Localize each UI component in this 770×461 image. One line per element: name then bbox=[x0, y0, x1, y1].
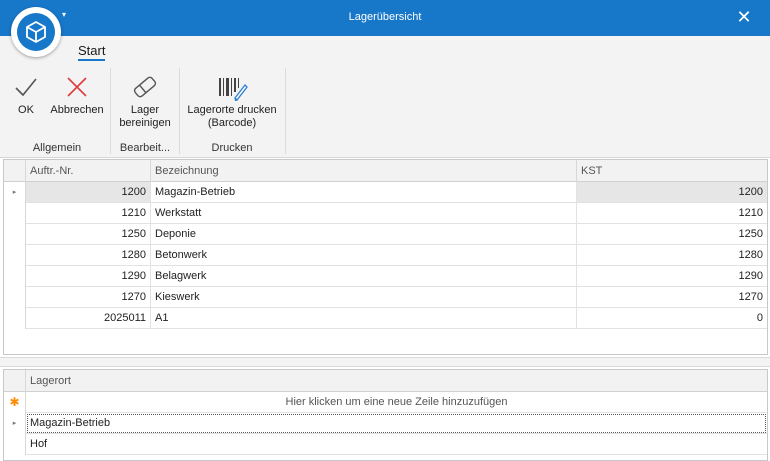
print-locations-label-line2: (Barcode) bbox=[207, 117, 257, 129]
cell-order-nr[interactable]: 2025011 bbox=[26, 308, 151, 329]
cell-description[interactable]: Kieswerk bbox=[151, 287, 577, 308]
cell-description[interactable]: A1 bbox=[151, 308, 577, 329]
cell-kst[interactable]: 0 bbox=[577, 308, 767, 329]
cell-description[interactable]: Werkstatt bbox=[151, 203, 577, 224]
group-label-general: Allgemein bbox=[32, 142, 82, 154]
new-row-prompt[interactable]: Hier klicken um eine neue Zeile hinzuzuf… bbox=[26, 392, 767, 413]
new-row-star-icon: ✱ bbox=[4, 392, 26, 413]
cell-order-nr[interactable]: 1210 bbox=[26, 203, 151, 224]
new-row[interactable]: ✱ Hier klicken um eine neue Zeile hinzuz… bbox=[4, 392, 767, 413]
group-separator bbox=[110, 68, 111, 154]
clean-storage-label-line2: bereinigen bbox=[119, 117, 171, 129]
cell-kst[interactable]: 1200 bbox=[577, 182, 767, 203]
cancel-label: Abbrechen bbox=[50, 104, 104, 116]
cell-description[interactable]: Betonwerk bbox=[151, 245, 577, 266]
cancel-button[interactable]: Abbrechen bbox=[48, 70, 106, 117]
cell-kst[interactable]: 1290 bbox=[577, 266, 767, 287]
row-indicator-cell bbox=[4, 266, 26, 287]
group-label-print: Drucken bbox=[211, 142, 253, 154]
group-label-edit: Bearbeit... bbox=[119, 142, 171, 154]
cell-description[interactable]: Magazin-Betrieb bbox=[151, 182, 577, 203]
cell-location[interactable]: Magazin-Betrieb bbox=[26, 413, 767, 434]
column-header-kst[interactable]: KST bbox=[577, 160, 767, 182]
row-indicator-cell bbox=[4, 245, 26, 266]
cell-description[interactable]: Belagwerk bbox=[151, 266, 577, 287]
eraser-icon bbox=[116, 70, 174, 104]
cell-order-nr[interactable]: 1250 bbox=[26, 224, 151, 245]
storage-locations-header: Lagerort bbox=[4, 370, 767, 392]
ok-label: OK bbox=[18, 104, 34, 116]
row-indicator-cell bbox=[4, 308, 26, 329]
table-row[interactable]: ▸ Magazin-Betrieb bbox=[4, 413, 767, 434]
close-button[interactable]: ✕ bbox=[734, 7, 754, 27]
cell-order-nr[interactable]: 1200 bbox=[26, 182, 151, 203]
cell-kst[interactable]: 1270 bbox=[577, 287, 767, 308]
column-header-order-nr[interactable]: Auftr.-Nr. bbox=[26, 160, 151, 182]
ribbon-tab-strip: Start bbox=[0, 36, 770, 64]
clean-storage-label-line1: Lager bbox=[130, 104, 160, 116]
header-indicator-cell bbox=[4, 370, 26, 392]
window-title: Lagerübersicht bbox=[348, 11, 422, 23]
cell-description[interactable]: Deponie bbox=[151, 224, 577, 245]
tab-start[interactable]: Start bbox=[78, 43, 106, 61]
column-header-location[interactable]: Lagerort bbox=[26, 370, 767, 392]
cell-location[interactable]: Hof bbox=[26, 434, 767, 455]
cell-kst[interactable]: 1280 bbox=[577, 245, 767, 266]
row-indicator-cell bbox=[4, 203, 26, 224]
table-row[interactable]: ▸ 1200 Magazin-Betrieb 1200 bbox=[4, 182, 767, 203]
table-row[interactable]: 1270 Kieswerk 1270 bbox=[4, 287, 767, 308]
print-locations-button[interactable]: Lagerorte drucken (Barcode) bbox=[184, 70, 280, 130]
table-row[interactable]: 2025011 A1 0 bbox=[4, 308, 767, 329]
tab-start-label: Start bbox=[78, 43, 106, 58]
row-indicator-cell bbox=[4, 224, 26, 245]
ok-button[interactable]: OK bbox=[8, 70, 44, 117]
tab-active-underline bbox=[78, 59, 106, 61]
orders-grid-header: Auftr.-Nr. Bezeichnung KST bbox=[4, 160, 767, 182]
orders-grid[interactable]: Auftr.-Nr. Bezeichnung KST ▸ 1200 Magazi… bbox=[3, 159, 768, 355]
table-row[interactable]: 1250 Deponie 1250 bbox=[4, 224, 767, 245]
table-row[interactable]: Hof bbox=[4, 434, 767, 455]
clean-storage-button[interactable]: Lager bereinigen bbox=[116, 70, 174, 130]
row-indicator-icon: ▸ bbox=[4, 182, 26, 203]
storage-locations-grid[interactable]: Lagerort ✱ Hier klicken um eine neue Zei… bbox=[3, 369, 768, 461]
table-row[interactable]: 1210 Werkstatt 1210 bbox=[4, 203, 767, 224]
print-locations-label-line1: Lagerorte drucken bbox=[187, 104, 277, 116]
title-bar: ▾ Lagerübersicht ✕ bbox=[0, 0, 770, 36]
splitter[interactable] bbox=[0, 357, 770, 367]
app-menu-button[interactable] bbox=[11, 7, 61, 57]
ribbon: OK Abbrechen Allgemein Lager bereinigen … bbox=[0, 64, 770, 158]
table-row[interactable]: 1290 Belagwerk 1290 bbox=[4, 266, 767, 287]
cell-kst[interactable]: 1250 bbox=[577, 224, 767, 245]
cell-order-nr[interactable]: 1270 bbox=[26, 287, 151, 308]
checkmark-icon bbox=[8, 70, 44, 104]
group-separator bbox=[179, 68, 180, 154]
header-indicator-cell bbox=[4, 160, 26, 182]
box-icon bbox=[17, 13, 55, 51]
table-row[interactable]: 1280 Betonwerk 1280 bbox=[4, 245, 767, 266]
row-indicator-cell bbox=[4, 287, 26, 308]
cell-order-nr[interactable]: 1280 bbox=[26, 245, 151, 266]
row-indicator-cell bbox=[4, 434, 26, 455]
column-header-description[interactable]: Bezeichnung bbox=[151, 160, 577, 182]
cell-order-nr[interactable]: 1290 bbox=[26, 266, 151, 287]
barcode-icon bbox=[184, 70, 280, 104]
row-indicator-icon: ▸ bbox=[4, 413, 26, 434]
cell-kst[interactable]: 1210 bbox=[577, 203, 767, 224]
group-separator bbox=[285, 68, 286, 154]
close-x-icon bbox=[48, 70, 106, 104]
